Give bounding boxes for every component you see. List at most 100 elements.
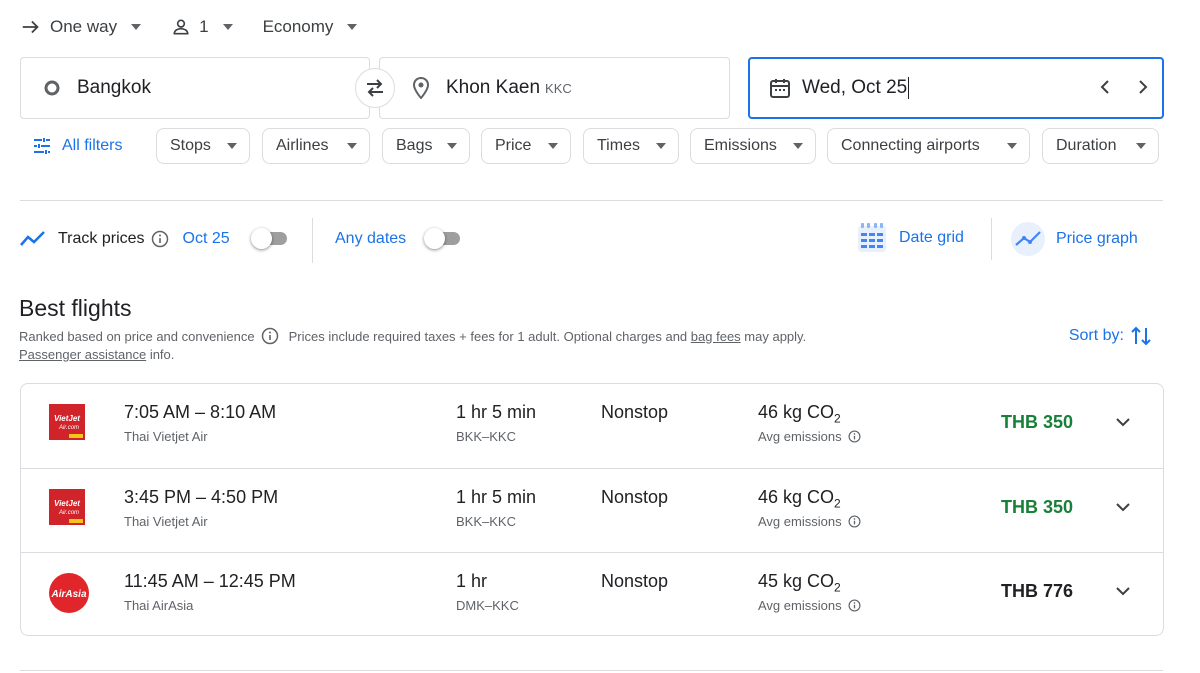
co2-text: 46 kg CO [758, 402, 835, 422]
date-grid-button[interactable]: Date grid [857, 222, 964, 254]
price-graph-icon [1010, 221, 1046, 257]
co2-text: 45 kg CO [758, 571, 835, 591]
origin-input[interactable]: Bangkok [20, 57, 370, 119]
filter-emissions[interactable]: Emissions [690, 128, 816, 164]
expand-button[interactable] [1113, 412, 1133, 432]
bag-fees-link[interactable]: bag fees [691, 329, 741, 344]
flight-stops: Nonstop [601, 487, 669, 507]
text-cursor [908, 77, 910, 99]
filter-price-label: Price [495, 137, 532, 154]
filter-duration[interactable]: Duration [1042, 128, 1159, 164]
emissions-label: Avg emissions [758, 598, 861, 613]
chevron-down-icon [1116, 587, 1130, 596]
flight-row[interactable]: VietJet Air.com 7:05 AM – 8:10 AM Thai Vi… [21, 384, 1163, 468]
destination-input[interactable]: Khon Kaen KKC [379, 57, 730, 119]
caret-down-icon [656, 143, 666, 149]
sort-icon [1130, 324, 1152, 348]
flight-row[interactable]: VietJet Air.com 3:45 PM – 4:50 PM Thai Vi… [21, 468, 1163, 552]
sort-button[interactable]: Sort by: [1069, 324, 1152, 348]
vietjet-logo: VietJet Air.com [49, 404, 87, 442]
co2-text: 46 kg CO [758, 487, 835, 507]
co2-value: 45 kg CO2 [758, 571, 841, 595]
caret-down-icon [447, 143, 457, 149]
expand-button[interactable] [1113, 581, 1133, 601]
filter-times[interactable]: Times [583, 128, 679, 164]
filter-bags[interactable]: Bags [382, 128, 470, 164]
flight-price: THB 776 [1000, 581, 1073, 601]
toggle-knob [251, 228, 272, 249]
vietjet-logo: VietJet Air.com [49, 489, 87, 527]
filter-connecting-airports[interactable]: Connecting airports [827, 128, 1030, 164]
chevron-down-icon [1116, 503, 1130, 512]
price-graph-button[interactable]: Price graph [1010, 221, 1138, 257]
previous-date-button[interactable] [1096, 77, 1116, 97]
flight-duration: 1 hr 5 min [456, 402, 537, 422]
info-icon[interactable] [261, 327, 279, 345]
calendar-icon [768, 76, 792, 100]
prices-note-text: Prices include required taxes + fees for… [288, 328, 688, 344]
date-grid-icon [857, 222, 887, 254]
bottom-divider [20, 670, 1163, 671]
caret-down-icon [548, 143, 558, 149]
expand-button[interactable] [1113, 497, 1133, 517]
info-icon[interactable] [848, 430, 861, 443]
track-prices-toggle[interactable] [251, 228, 289, 249]
chevron-right-icon [1139, 80, 1148, 94]
departure-date-input[interactable]: Wed, Oct 25 [748, 57, 1164, 119]
track-prices-group: Track prices Oct 25 [20, 230, 230, 248]
date-grid-label: Date grid [899, 229, 964, 246]
flight-times: 11:45 AM – 12:45 PM [124, 571, 296, 591]
destination-code: KKC [545, 80, 572, 96]
all-filters-label: All filters [62, 137, 123, 154]
passenger-assistance-link[interactable]: Passenger assistance [19, 347, 146, 362]
trip-type-label: One way [50, 17, 118, 36]
airline-name: Thai Vietjet Air [124, 514, 208, 529]
sort-label: Sort by: [1068, 327, 1124, 344]
all-filters-button[interactable]: All filters [32, 128, 122, 164]
emissions-label: Avg emissions [758, 514, 861, 529]
info-icon[interactable] [151, 230, 169, 248]
cabin-class-select[interactable]: Economy [263, 17, 358, 37]
airasia-logo: AirAsia [49, 573, 89, 613]
trip-type-select[interactable]: One way [20, 16, 142, 38]
flight-duration: 1 hr [456, 571, 488, 591]
filter-airlines[interactable]: Airlines [262, 128, 370, 164]
caret-down-icon [347, 24, 358, 30]
filter-stops[interactable]: Stops [156, 128, 250, 164]
caret-down-icon [347, 143, 357, 149]
toggle-knob [424, 228, 445, 249]
filter-times-label: Times [597, 137, 640, 154]
date-value: Wed, Oct 25 [802, 77, 908, 98]
co2-value: 46 kg CO2 [758, 402, 841, 426]
flight-price: THB 350 [1000, 497, 1073, 517]
passengers-select[interactable]: 1 [171, 17, 233, 37]
any-dates-group: Any dates [335, 230, 406, 248]
svg-text:VietJet: VietJet [54, 499, 80, 508]
filter-price[interactable]: Price [481, 128, 571, 164]
filter-airlines-label: Airlines [276, 137, 329, 154]
section-divider [20, 200, 1163, 201]
info-icon[interactable] [848, 515, 861, 528]
person-icon [171, 17, 191, 37]
svg-text:AirAsia: AirAsia [50, 589, 86, 600]
assistance-note: Passenger assistance info. [19, 347, 174, 362]
swap-button[interactable] [355, 68, 395, 108]
flight-row[interactable]: AirAsia 11:45 AM – 12:45 PM Thai AirAsia… [21, 552, 1163, 636]
filter-stops-label: Stops [170, 137, 211, 154]
next-date-button[interactable] [1132, 77, 1152, 97]
info-icon[interactable] [848, 599, 861, 612]
vertical-separator [991, 218, 992, 260]
any-dates-toggle[interactable] [424, 228, 462, 249]
flight-route: DMK–KKC [456, 598, 519, 613]
filter-connecting-airports-label: Connecting airports [841, 137, 980, 154]
ranking-note: Ranked based on price and convenience Pr… [19, 327, 806, 345]
destination-value: Khon Kaen [446, 77, 541, 98]
origin-value: Bangkok [77, 77, 151, 98]
svg-text:Air.com: Air.com [58, 510, 79, 516]
filter-bar: All filters Stops Airlines Bags Price Ti… [20, 128, 1180, 166]
flight-times: 7:05 AM – 8:10 AM [124, 402, 277, 422]
caret-down-icon [227, 143, 237, 149]
svg-text:VietJet: VietJet [54, 414, 80, 423]
filter-bags-label: Bags [396, 137, 433, 154]
airline-name: Thai Vietjet Air [124, 429, 208, 444]
